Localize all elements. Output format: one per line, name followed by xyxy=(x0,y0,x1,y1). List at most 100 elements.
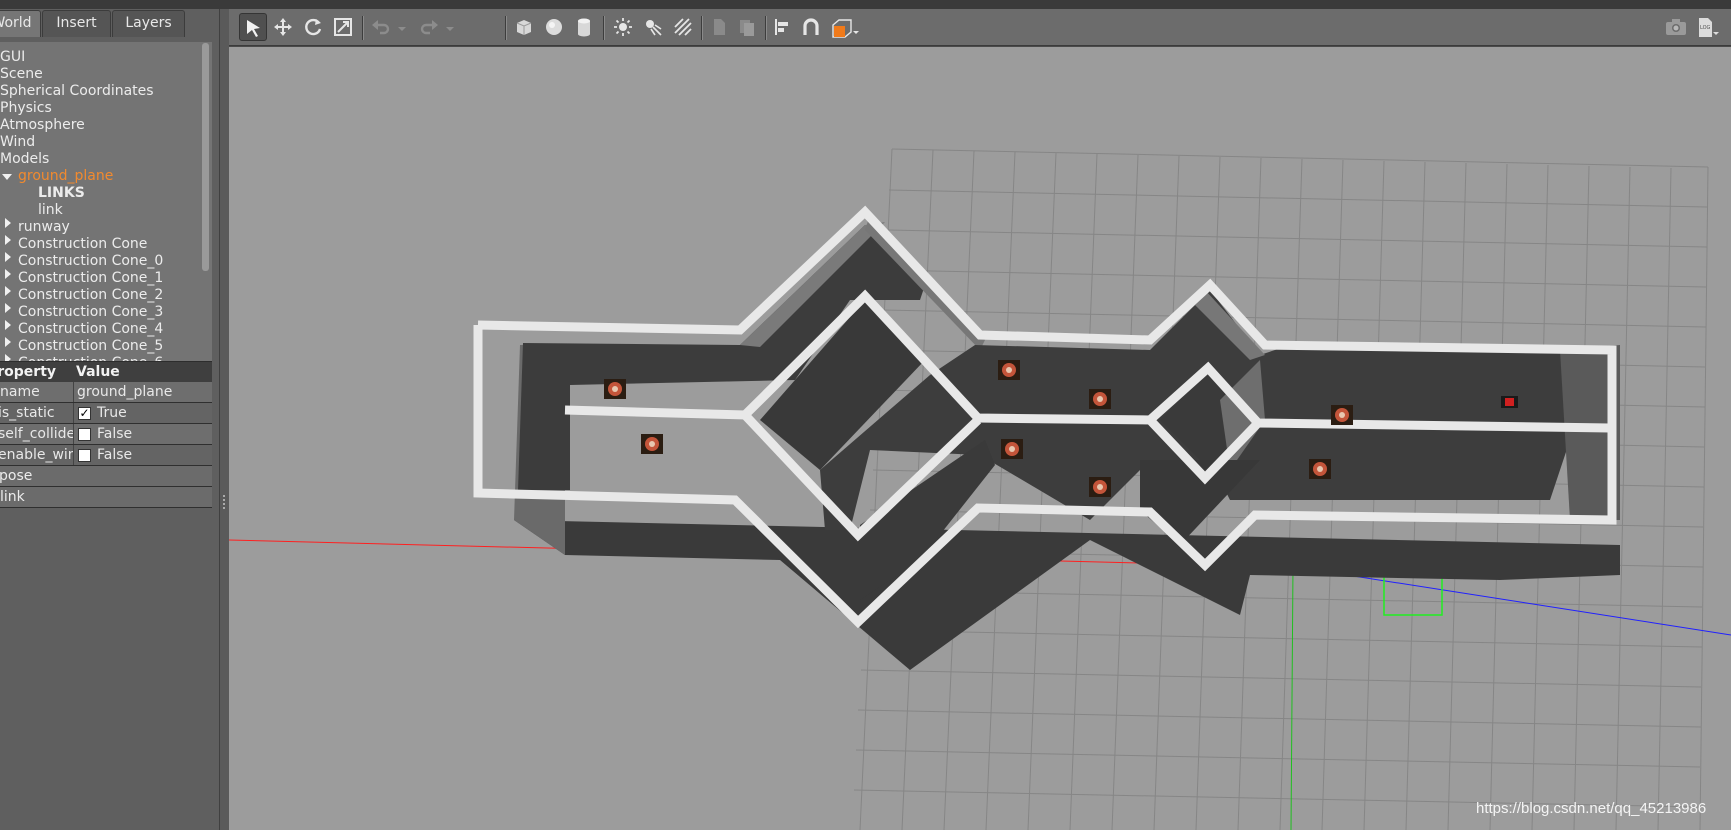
screenshot-icon[interactable] xyxy=(1661,13,1689,41)
splitter-grip xyxy=(223,507,225,509)
redo-icon[interactable] xyxy=(415,13,443,41)
paste-icon[interactable] xyxy=(733,13,761,41)
panel-tabs: World Insert Layers xyxy=(0,9,219,37)
construction-cone-icon xyxy=(604,379,626,399)
watermark-text: https://blog.csdn.net/qq_45213986 xyxy=(1476,800,1707,817)
construction-cone-icon xyxy=(1001,439,1023,459)
property-name: self_collide xyxy=(0,424,74,444)
construction-cone-icon xyxy=(641,434,663,454)
spot-light-icon[interactable] xyxy=(639,13,667,41)
left-panel: World Insert Layers GUI Scene Spherical … xyxy=(0,9,219,830)
is-static-checkbox[interactable]: ✓ xyxy=(78,407,91,420)
sphere-shape-icon[interactable] xyxy=(540,13,568,41)
collapse-arrow-icon[interactable] xyxy=(5,337,11,347)
property-name: name xyxy=(0,382,74,402)
property-value: False xyxy=(97,426,133,442)
tree-item-gui[interactable]: GUI xyxy=(0,49,25,66)
undo-dropdown-icon[interactable] xyxy=(393,13,409,41)
redo-dropdown-icon[interactable] xyxy=(441,13,457,41)
tree-item-wind[interactable]: Wind xyxy=(0,134,35,151)
tab-insert[interactable]: Insert xyxy=(42,10,111,37)
robot-model xyxy=(1501,396,1518,408)
construction-cone-icon xyxy=(998,360,1020,380)
toolbar: LOG xyxy=(229,9,1731,46)
construction-cone-icon xyxy=(1331,405,1353,425)
splitter-grip xyxy=(223,503,225,505)
property-row-enable-wind: enable_wind False xyxy=(0,445,212,466)
y-axis-line xyxy=(1290,566,1294,830)
property-name: enable_wind xyxy=(0,445,74,465)
tree-item-construction-cone-1[interactable]: Construction Cone_1 xyxy=(18,270,163,287)
world-tree: GUI Scene Spherical Coordinates Physics … xyxy=(0,42,212,363)
snap-icon[interactable] xyxy=(797,13,825,41)
cylinder-shape-icon[interactable] xyxy=(570,13,598,41)
toolbar-separator xyxy=(505,16,507,40)
tab-layers[interactable]: Layers xyxy=(112,10,185,37)
group-label: link xyxy=(0,489,25,505)
tree-item-atmosphere[interactable]: Atmosphere xyxy=(0,117,85,134)
collapse-arrow-icon[interactable] xyxy=(5,252,11,262)
rotate-mode-icon[interactable] xyxy=(299,13,327,41)
box-shape-icon[interactable] xyxy=(510,13,538,41)
collapse-arrow-icon[interactable] xyxy=(5,303,11,313)
splitter-grip xyxy=(223,495,225,497)
panel-splitter[interactable] xyxy=(219,9,229,830)
toolbar-separator xyxy=(765,16,767,40)
collapse-arrow-icon[interactable] xyxy=(5,235,11,245)
toolbar-separator xyxy=(362,16,364,40)
scale-mode-icon[interactable] xyxy=(329,13,357,41)
tree-item-link[interactable]: link xyxy=(38,202,63,219)
splitter-grip xyxy=(223,499,225,501)
tree-item-models[interactable]: Models xyxy=(0,151,49,168)
property-group-pose[interactable]: pose xyxy=(0,466,212,487)
tree-item-spherical-coordinates[interactable]: Spherical Coordinates xyxy=(0,83,154,100)
property-row-self-collide: self_collide False xyxy=(0,424,212,445)
property-value: True xyxy=(97,405,127,421)
tree-item-construction-cone-5[interactable]: Construction Cone_5 xyxy=(18,338,163,355)
tree-item-construction-cone-2[interactable]: Construction Cone_2 xyxy=(18,287,163,304)
expand-arrow-icon[interactable] xyxy=(2,174,12,180)
toolbar-separator xyxy=(603,16,605,40)
property-group-link[interactable]: link xyxy=(0,487,212,508)
tab-world[interactable]: World xyxy=(0,10,41,37)
construction-cone-icon xyxy=(1089,389,1111,409)
tree-item-scene[interactable]: Scene xyxy=(0,66,43,83)
value-column-header: Value xyxy=(76,364,120,380)
translate-mode-icon[interactable] xyxy=(269,13,297,41)
tree-item-construction-cone[interactable]: Construction Cone xyxy=(18,236,147,253)
tree-item-construction-cone-0[interactable]: Construction Cone_0 xyxy=(18,253,163,270)
self-collide-checkbox[interactable] xyxy=(78,428,91,441)
view-angle-icon[interactable] xyxy=(827,13,863,41)
collapse-arrow-icon[interactable] xyxy=(5,286,11,296)
collapse-arrow-icon[interactable] xyxy=(5,320,11,330)
align-icon[interactable] xyxy=(769,13,797,41)
construction-cone-icon xyxy=(1089,477,1111,497)
tree-item-runway[interactable]: runway xyxy=(18,219,70,236)
property-column-header: Property xyxy=(0,364,57,380)
tree-item-physics[interactable]: Physics xyxy=(0,100,52,117)
tree-item-construction-cone-4[interactable]: Construction Cone_4 xyxy=(18,321,163,338)
property-value[interactable]: ground_plane xyxy=(77,382,172,402)
undo-icon[interactable] xyxy=(367,13,395,41)
collapse-arrow-icon[interactable] xyxy=(5,218,11,228)
group-label: pose xyxy=(0,468,33,484)
property-value: False xyxy=(97,447,133,463)
collapse-arrow-icon[interactable] xyxy=(5,269,11,279)
svg-text:LOG: LOG xyxy=(1700,25,1711,31)
tree-item-ground-plane[interactable]: ground_plane xyxy=(18,168,113,185)
log-icon[interactable]: LOG xyxy=(1692,13,1720,41)
property-name: is_static xyxy=(0,403,74,423)
tree-scrollbar[interactable] xyxy=(202,43,209,271)
enable-wind-checkbox[interactable] xyxy=(78,449,91,462)
construction-cone-icon xyxy=(1309,459,1331,479)
toolbar-separator xyxy=(701,16,703,40)
scene-viewport[interactable] xyxy=(229,47,1731,830)
point-light-icon[interactable] xyxy=(609,13,637,41)
scene-render xyxy=(229,148,1731,830)
tree-item-construction-cone-3[interactable]: Construction Cone_3 xyxy=(18,304,163,321)
property-row-is-static: is_static ✓ True xyxy=(0,403,212,424)
tree-item-links-header: LINKS xyxy=(38,185,85,201)
select-mode-icon[interactable] xyxy=(239,13,267,41)
copy-icon[interactable] xyxy=(705,13,733,41)
directional-light-icon[interactable] xyxy=(669,13,697,41)
